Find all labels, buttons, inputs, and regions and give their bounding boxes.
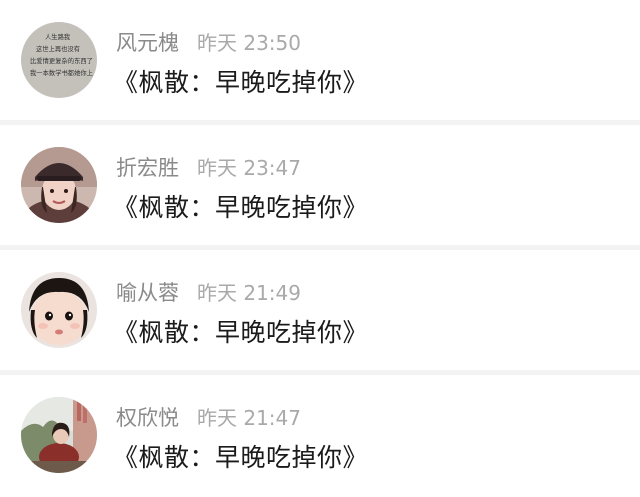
timestamp: 昨天 23:50	[197, 31, 301, 55]
timestamp: 昨天 23:47	[197, 156, 301, 180]
girl-with-cap-avatar-icon	[21, 147, 97, 223]
avatar[interactable]	[21, 147, 97, 223]
list-item[interactable]: 权欣悦 昨天 21:47 《枫散：早晚吃掉你》	[0, 375, 640, 497]
username[interactable]: 喻从蓉	[116, 277, 179, 307]
comment-meta: 风元槐 昨天 23:50	[116, 27, 301, 57]
comment-text: 《枫散：早晚吃掉你》	[113, 443, 369, 472]
comment-meta: 权欣悦 昨天 21:47	[116, 402, 301, 432]
username[interactable]: 权欣悦	[116, 402, 179, 432]
comment-meta: 折宏胜 昨天 23:47	[116, 152, 301, 182]
comment-list: 人生路我 这世上再也没有 比爱情更复杂的东西了 我一本数学书都她你上 风元槐 昨…	[0, 0, 640, 497]
comment-meta: 喻从蓉 昨天 21:49	[116, 277, 301, 307]
avatar-text-line-2: 这世上再也没有	[36, 44, 80, 53]
timestamp: 昨天 21:47	[197, 406, 301, 430]
list-item[interactable]: 喻从蓉 昨天 21:49 《枫散：早晚吃掉你》	[0, 250, 640, 370]
avatar-text-line-3: 比爱情更复杂的东西了	[30, 56, 93, 65]
username[interactable]: 风元槐	[116, 27, 179, 57]
text-image-avatar-icon: 人生路我 这世上再也没有 比爱情更复杂的东西了 我一本数学书都她你上	[21, 22, 97, 98]
comment-text: 《枫散：早晚吃掉你》	[113, 68, 369, 97]
username[interactable]: 折宏胜	[116, 152, 179, 182]
list-item[interactable]: 人生路我 这世上再也没有 比爱情更复杂的东西了 我一本数学书都她你上 风元槐 昨…	[0, 0, 640, 120]
comment-text: 《枫散：早晚吃掉你》	[113, 318, 369, 347]
avatar[interactable]: 人生路我 这世上再也没有 比爱情更复杂的东西了 我一本数学书都她你上	[21, 22, 97, 98]
girl-outdoor-photo-avatar-icon	[21, 397, 97, 473]
avatar[interactable]	[21, 397, 97, 473]
avatar[interactable]	[21, 272, 97, 348]
baby-face-avatar-icon	[21, 272, 97, 348]
comment-text: 《枫散：早晚吃掉你》	[113, 193, 369, 222]
avatar-text-line-4: 我一本数学书都她你上	[30, 68, 93, 77]
avatar-text-line-1: 人生路我	[45, 32, 71, 41]
list-item[interactable]: 折宏胜 昨天 23:47 《枫散：早晚吃掉你》	[0, 125, 640, 245]
timestamp: 昨天 21:49	[197, 281, 301, 305]
